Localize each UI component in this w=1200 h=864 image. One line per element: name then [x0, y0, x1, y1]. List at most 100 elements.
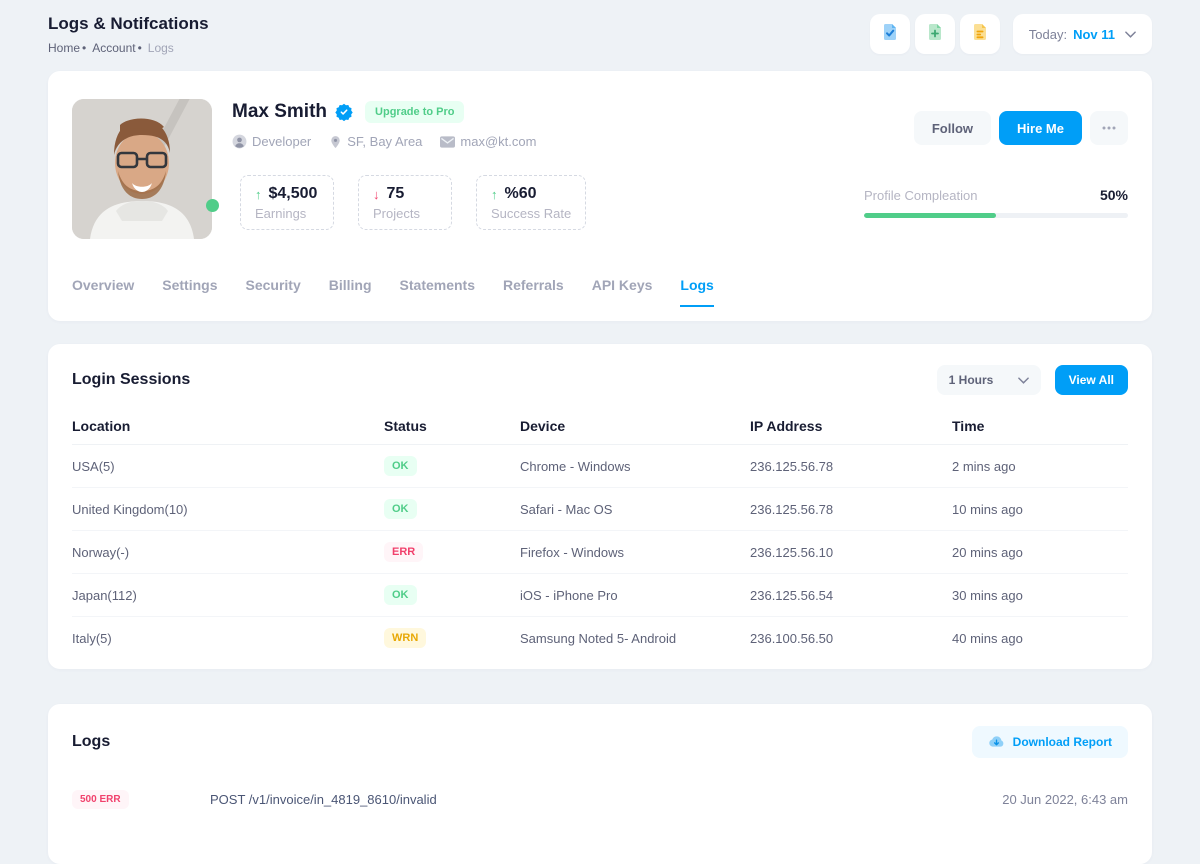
column-time: Time [952, 418, 1128, 434]
follow-button[interactable]: Follow [914, 111, 991, 145]
tab-billing[interactable]: Billing [329, 277, 372, 307]
file-lines-icon [970, 22, 990, 47]
tab-referrals[interactable]: Referrals [503, 277, 564, 307]
view-all-button[interactable]: View All [1055, 365, 1128, 395]
tab-security[interactable]: Security [246, 277, 301, 307]
profile-name[interactable]: Max Smith [232, 101, 327, 123]
column-ip-address: IP Address [750, 418, 952, 434]
login-sessions-card: Login Sessions 1 Hours View All Location… [48, 344, 1152, 669]
profile-actions: Follow Hire Me [914, 111, 1128, 145]
cell-ip: 236.125.56.78 [750, 502, 952, 517]
completion-label: Profile Compleation [864, 188, 977, 203]
cell-time: 2 mins ago [952, 459, 1128, 474]
log-path: POST /v1/invoice/in_4819_8610/invalid [210, 792, 1002, 807]
table-row[interactable]: Italy(5) WRN Samsung Noted 5- Android 23… [72, 617, 1128, 659]
online-status-dot [206, 199, 219, 212]
chevron-down-icon [1018, 377, 1029, 384]
column-device: Device [520, 418, 750, 434]
hire-me-button[interactable]: Hire Me [999, 111, 1082, 145]
cell-device: Safari - Mac OS [520, 502, 750, 517]
cloud-download-icon [988, 735, 1005, 749]
page-heading: Logs & Notifcations Home Account Logs [48, 14, 209, 55]
table-row[interactable]: Japan(112) OK iOS - iPhone Pro 236.125.5… [72, 574, 1128, 617]
profile-name-row: Max Smith Upgrade to Pro [232, 101, 536, 123]
status-badge: WRN [384, 628, 426, 648]
stat-earnings: ↑ $4,500 Earnings [240, 175, 334, 230]
stat-value: %60 [505, 185, 537, 203]
chevron-down-icon [1125, 31, 1136, 38]
cell-time: 40 mins ago [952, 631, 1128, 646]
status-badge: OK [384, 585, 417, 605]
profile-role[interactable]: Developer [232, 134, 311, 149]
status-badge: OK [384, 456, 417, 476]
page-title: Logs & Notifcations [48, 14, 209, 34]
breadcrumb-home[interactable]: Home [48, 41, 92, 55]
cell-device: Firefox - Windows [520, 545, 750, 560]
cell-ip: 236.125.56.54 [750, 588, 952, 603]
file-check-button[interactable] [870, 14, 910, 54]
profile-email[interactable]: max@kt.com [440, 134, 536, 149]
cell-ip: 236.125.56.78 [750, 459, 952, 474]
location-pin-icon [329, 135, 342, 149]
completion-progress-fill [864, 213, 996, 218]
tab-logs[interactable]: Logs [680, 277, 713, 307]
stat-value: 75 [387, 185, 405, 203]
login-sessions-title: Login Sessions [72, 371, 190, 389]
file-plus-icon [925, 22, 945, 47]
profile-tabs: Overview Settings Security Billing State… [72, 277, 714, 307]
table-row[interactable]: United Kingdom(10) OK Safari - Mac OS 23… [72, 488, 1128, 531]
hours-filter-select[interactable]: 1 Hours [937, 365, 1041, 395]
trend-up-icon: ↑ [491, 187, 498, 202]
cell-time: 20 mins ago [952, 545, 1128, 560]
breadcrumb-logs: Logs [148, 41, 174, 55]
stat-success-rate: ↑ %60 Success Rate [476, 175, 586, 230]
cell-location: United Kingdom(10) [72, 502, 384, 517]
completion-progress-track [864, 213, 1128, 218]
tab-api-keys[interactable]: API Keys [592, 277, 653, 307]
cell-location: Italy(5) [72, 631, 384, 646]
log-date: 20 Jun 2022, 6:43 am [1002, 792, 1128, 807]
page: Logs & Notifcations Home Account Logs [0, 0, 1200, 864]
profile-card: Max Smith Upgrade to Pro Developer [48, 71, 1152, 321]
tab-overview[interactable]: Overview [72, 277, 134, 307]
breadcrumb: Home Account Logs [48, 41, 209, 55]
cell-device: Samsung Noted 5- Android [520, 631, 750, 646]
stat-label: Success Rate [491, 206, 571, 221]
logs-title: Logs [72, 733, 110, 751]
breadcrumb-account[interactable]: Account [92, 41, 148, 55]
envelope-icon [440, 136, 455, 148]
tab-statements[interactable]: Statements [400, 277, 475, 307]
hours-filter-value: 1 Hours [949, 373, 994, 387]
more-options-button[interactable] [1090, 111, 1128, 145]
cell-time: 10 mins ago [952, 502, 1128, 517]
trend-up-icon: ↑ [255, 187, 262, 202]
avatar-photo [72, 99, 212, 239]
completion-value: 50% [1100, 187, 1128, 203]
login-sessions-header: Login Sessions 1 Hours View All [48, 344, 1152, 408]
cell-ip: 236.125.56.10 [750, 545, 952, 560]
stat-projects: ↓ 75 Projects [358, 175, 452, 230]
profile-role-label: Developer [252, 134, 311, 149]
trend-down-icon: ↓ [373, 187, 380, 202]
date-label: Today: [1029, 27, 1067, 42]
person-icon [232, 134, 247, 149]
profile-main: Max Smith Upgrade to Pro Developer [232, 101, 536, 149]
upgrade-to-pro-badge[interactable]: Upgrade to Pro [365, 101, 464, 123]
avatar[interactable] [72, 99, 212, 239]
status-badge: ERR [384, 542, 423, 562]
date-picker-button[interactable]: Today: Nov 11 [1013, 14, 1152, 54]
profile-meta-row: Developer SF, Bay Area max@kt.com [232, 134, 536, 149]
table-row[interactable]: USA(5) OK Chrome - Windows 236.125.56.78… [72, 445, 1128, 488]
download-report-button[interactable]: Download Report [972, 726, 1128, 758]
log-entry-row[interactable]: 500 ERR POST /v1/invoice/in_4819_8610/in… [48, 784, 1152, 814]
cell-location: USA(5) [72, 459, 384, 474]
cell-ip: 236.100.56.50 [750, 631, 952, 646]
file-plus-button[interactable] [915, 14, 955, 54]
stat-label: Earnings [255, 206, 319, 221]
stat-label: Projects [373, 206, 437, 221]
profile-location[interactable]: SF, Bay Area [329, 134, 422, 149]
cell-location: Norway(-) [72, 545, 384, 560]
table-row[interactable]: Norway(-) ERR Firefox - Windows 236.125.… [72, 531, 1128, 574]
tab-settings[interactable]: Settings [162, 277, 217, 307]
file-lines-button[interactable] [960, 14, 1000, 54]
